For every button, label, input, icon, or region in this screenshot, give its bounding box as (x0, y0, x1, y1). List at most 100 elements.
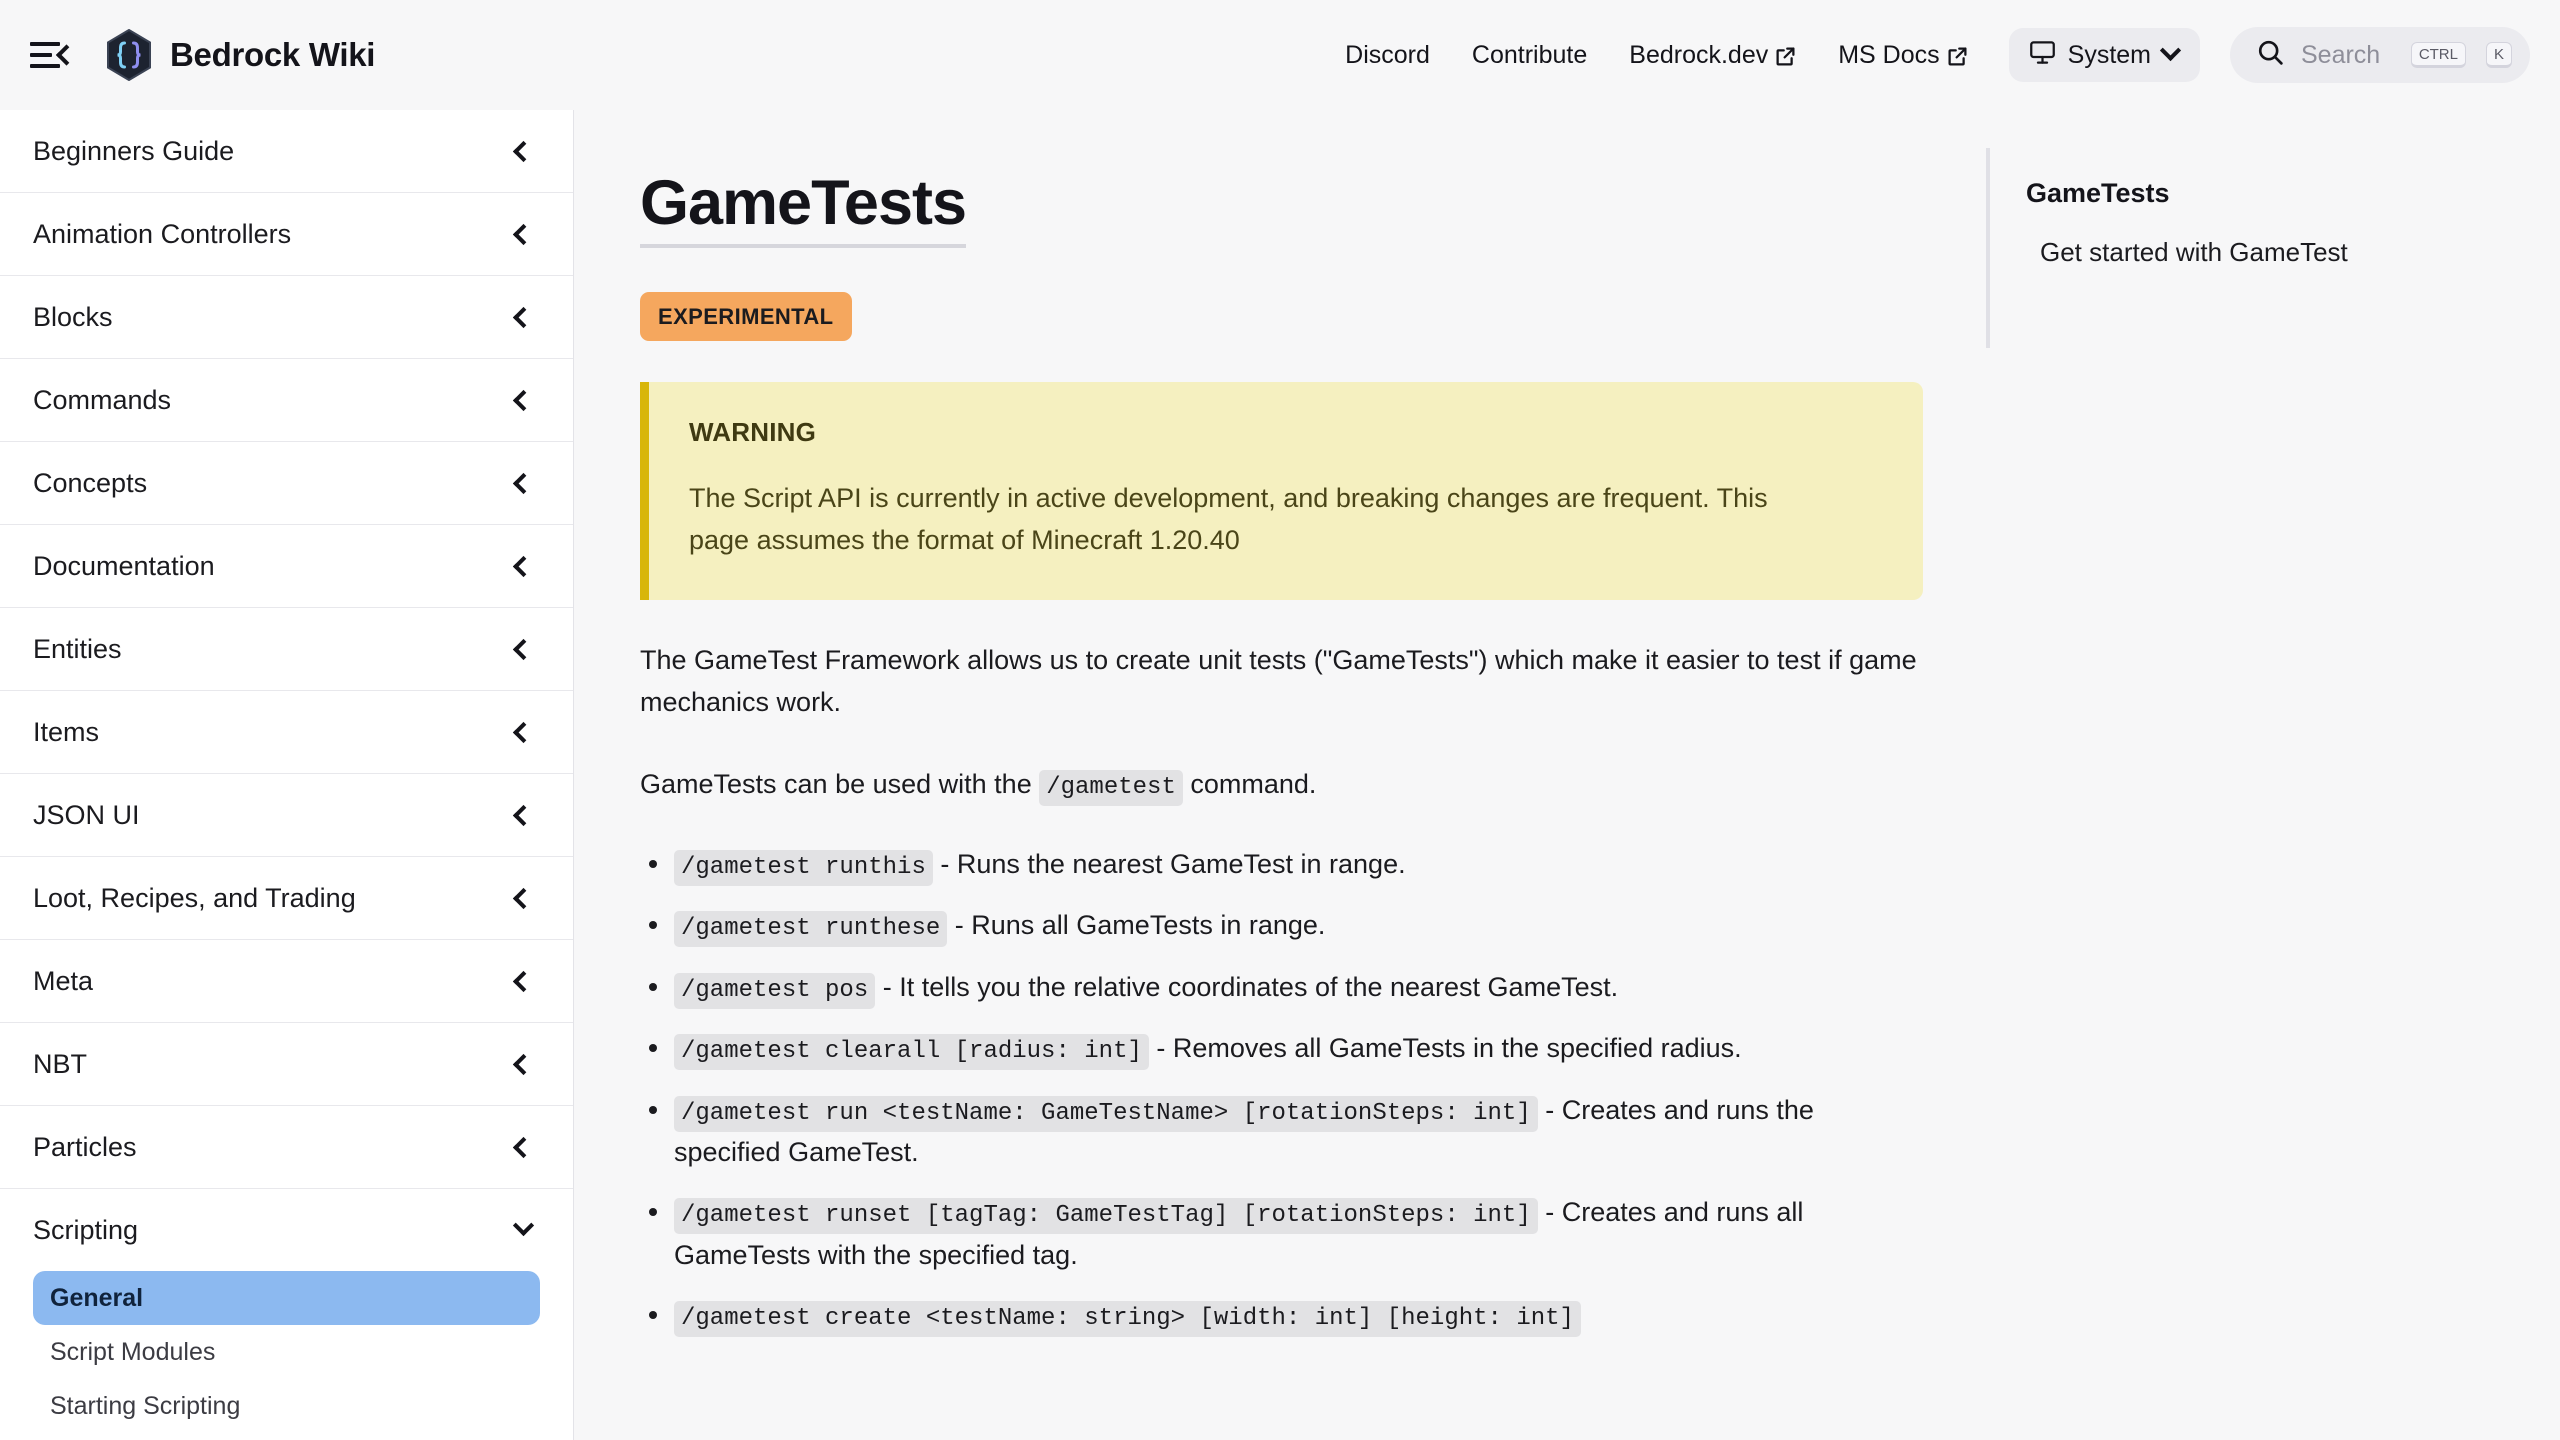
sidebar-item-script-modules[interactable]: Script Modules (33, 1325, 540, 1379)
nav-link-discord[interactable]: Discord (1324, 41, 1451, 70)
sidebar-group-particles: Particles (0, 1106, 573, 1189)
command-code: /gametest runthis (674, 849, 933, 886)
header-left: Bedrock Wiki (0, 0, 375, 110)
toc-link-get-started-with-gametest[interactable]: Get started with GameTest (2040, 237, 2520, 268)
nav-link-contribute-label: Contribute (1471, 40, 1588, 69)
search-shortcut-ctrl: CTRL (2410, 42, 2466, 68)
command-code: /gametest clearall [radius: int] (674, 1034, 1149, 1071)
sidebar-item-documentation[interactable]: Documentation (0, 525, 573, 607)
sidebar-label: Loot, Recipes, and Trading (33, 882, 356, 913)
chevron-left-icon (512, 804, 535, 826)
intro-paragraph: The GameTest Framework allows us to crea… (640, 644, 1917, 717)
sidebar-sublabel: Starting Scripting (50, 1391, 241, 1420)
nav-link-bedrock-dev-label: Bedrock.dev (1629, 40, 1769, 69)
sidebar-label: Documentation (33, 550, 215, 581)
sidebar-item-particles[interactable]: Particles (0, 1106, 573, 1188)
menu-chevron-left (55, 44, 78, 66)
sidebar-item-commands[interactable]: Commands (0, 359, 573, 441)
chevron-left-icon (512, 1053, 535, 1075)
command-code: /gametest pos (674, 972, 876, 1009)
brand-title: Bedrock Wiki (170, 36, 376, 73)
command-code: /gametest runthese (674, 911, 948, 948)
command-desc: - It tells you the relative coordinates … (875, 971, 1619, 1002)
appearance-switcher[interactable]: System (2008, 28, 2200, 82)
list-item: /gametest create <testName: string> [wid… (640, 1295, 1923, 1337)
chevron-left-icon (512, 638, 535, 660)
chevron-down-icon (512, 1214, 535, 1236)
sidebar-sublabel: Script Modules (50, 1337, 216, 1366)
toc-inner: GameTests Get started with GameTest (1986, 148, 2520, 348)
nav-link-ms-docs[interactable]: MS Docs (1817, 41, 1988, 70)
sidebar-group-items: Items (0, 691, 573, 774)
chevron-left-icon (512, 1136, 535, 1158)
warning-callout-body: The Script API is currently in active de… (689, 483, 1768, 555)
list-item: /gametest runset [tagTag: GameTestTag] [… (640, 1192, 1923, 1276)
sidebar-group-json-ui: JSON UI (0, 774, 573, 857)
sidebar-item-starting-scripting[interactable]: Starting Scripting (33, 1379, 540, 1433)
sidebar-group-animation-controllers: Animation Controllers (0, 193, 573, 276)
sidebar-item-nbt[interactable]: NBT (0, 1023, 573, 1105)
sidebar-group-entities: Entities (0, 608, 573, 691)
command-code: /gametest create <testName: string> [wid… (674, 1300, 1581, 1337)
sidebar-item-scripting[interactable]: Scripting (0, 1189, 573, 1271)
sidebar-label: Particles (33, 1131, 137, 1162)
search-icon (2256, 38, 2285, 72)
sidebar-item-json-ui[interactable]: JSON UI (0, 774, 573, 856)
sidebar-label: Items (33, 716, 100, 747)
external-link-icon (1775, 45, 1796, 66)
nav-link-contribute[interactable]: Contribute (1451, 41, 1608, 70)
sidebar-item-concepts[interactable]: Concepts (0, 442, 573, 524)
menu-collapse-icon[interactable] (30, 33, 78, 77)
page-title: GameTests (640, 170, 967, 249)
sidebar-item-animation-controllers[interactable]: Animation Controllers (0, 193, 573, 275)
sidebar-item-entities[interactable]: Entities (0, 608, 573, 690)
sidebar-item-beginners-guide[interactable]: Beginners Guide (0, 110, 573, 192)
sidebar-item-items[interactable]: Items (0, 691, 573, 773)
search-input[interactable]: Search CTRL K (2230, 27, 2530, 83)
chevron-left-icon (512, 223, 535, 245)
warning-callout: WARNING The Script API is currently in a… (640, 382, 1923, 600)
menu-bar-2 (30, 53, 52, 57)
sidebar-label: Concepts (33, 467, 148, 498)
list-item: /gametest runthis - Runs the nearest Gam… (640, 844, 1923, 886)
sidebar-subitems-scripting: General Script Modules Starting Scriptin… (0, 1271, 573, 1440)
sidebar-item-meta[interactable]: Meta (0, 940, 573, 1022)
usage-paragraph-before: GameTests can be used with the (640, 768, 1040, 799)
chevron-left-icon (512, 970, 535, 992)
search-placeholder: Search (2301, 40, 2381, 69)
site-header: Bedrock Wiki Discord Contribute Bedrock.… (0, 0, 2560, 110)
sidebar-label: Blocks (33, 301, 113, 332)
usage-paragraph-after: command. (1182, 768, 1317, 799)
list-item: /gametest pos - It tells you the relativ… (640, 967, 1923, 1009)
sidebar-group-loot-recipes-trading: Loot, Recipes, and Trading (0, 857, 573, 940)
menu-bar-3 (30, 64, 60, 68)
sidebar-item-loot-recipes-trading[interactable]: Loot, Recipes, and Trading (0, 857, 573, 939)
sidebar-group-blocks: Blocks (0, 276, 573, 359)
command-desc: - Removes all GameTests in the specified… (1148, 1033, 1742, 1064)
sidebar-label: Animation Controllers (33, 218, 292, 249)
left-sidebar[interactable]: Beginners Guide Animation Controllers Bl… (0, 110, 574, 1440)
appearance-label: System (2067, 40, 2151, 69)
bedrock-wiki-hexagon-logo (106, 29, 152, 81)
sidebar-group-scripting: Scripting General Script Modules Startin… (0, 1189, 573, 1440)
chevron-left-icon (512, 472, 535, 494)
sidebar-label: JSON UI (33, 799, 140, 830)
toc-title: GameTests (2026, 178, 2170, 208)
brand-home-link[interactable]: Bedrock Wiki (106, 29, 375, 81)
chevron-down-icon (2159, 39, 2182, 61)
nav-link-ms-docs-label: MS Docs (1838, 40, 1940, 69)
command-desc: - Runs all GameTests in range. (947, 910, 1326, 941)
sidebar-item-blocks[interactable]: Blocks (0, 276, 573, 358)
search-shortcut-k: K (2485, 42, 2512, 68)
sidebar-label: Scripting (33, 1214, 139, 1245)
sidebar-label: Beginners Guide (33, 135, 235, 166)
command-code: /gametest run <testName: GameTestName> [… (674, 1095, 1538, 1132)
nav-link-bedrock-dev[interactable]: Bedrock.dev (1608, 41, 1817, 70)
sidebar-group-concepts: Concepts (0, 442, 573, 525)
chevron-left-icon (512, 887, 535, 909)
nav-link-discord-label: Discord (1345, 40, 1430, 69)
sidebar-item-general[interactable]: General (33, 1271, 540, 1325)
sidebar-group-commands: Commands (0, 359, 573, 442)
status-badge-experimental: EXPERIMENTAL (640, 292, 852, 342)
sidebar-sublabel: General (50, 1283, 144, 1312)
